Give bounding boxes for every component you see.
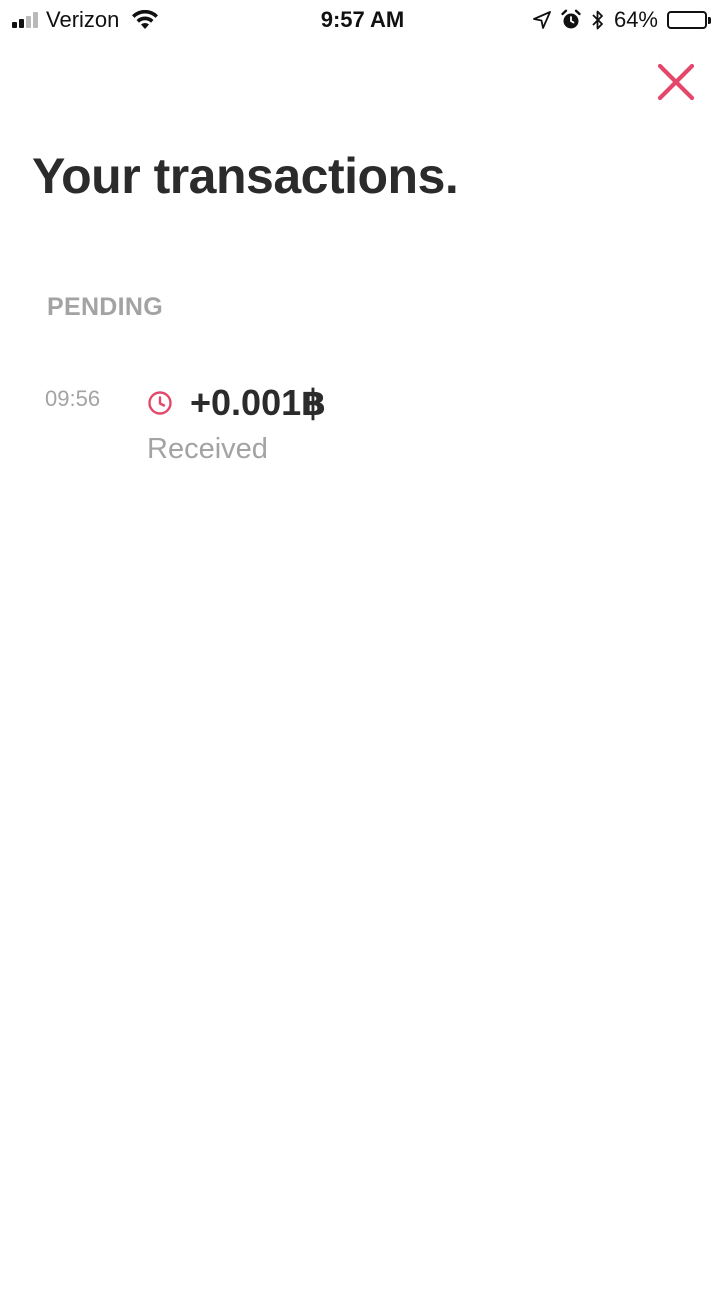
transaction-amount: +0.001฿ — [190, 382, 327, 423]
close-icon — [657, 63, 695, 101]
status-bar: Verizon 9:57 AM 64% — [0, 0, 725, 40]
page-title: Your transactions. — [32, 148, 459, 204]
section-header-pending: PENDING — [47, 293, 164, 321]
transaction-type: Received — [147, 433, 268, 465]
close-button[interactable] — [654, 60, 698, 104]
battery-icon — [667, 10, 713, 30]
bluetooth-icon — [591, 9, 605, 31]
battery-percent: 64% — [613, 7, 658, 32]
location-arrow-icon — [533, 11, 551, 29]
alarm-icon — [560, 9, 582, 31]
status-right: 64% — [533, 6, 713, 34]
transaction-time: 09:56 — [45, 386, 101, 411]
clock-icon — [146, 389, 174, 417]
transaction-row[interactable]: 09:56 +0.001฿ Received — [0, 370, 725, 480]
